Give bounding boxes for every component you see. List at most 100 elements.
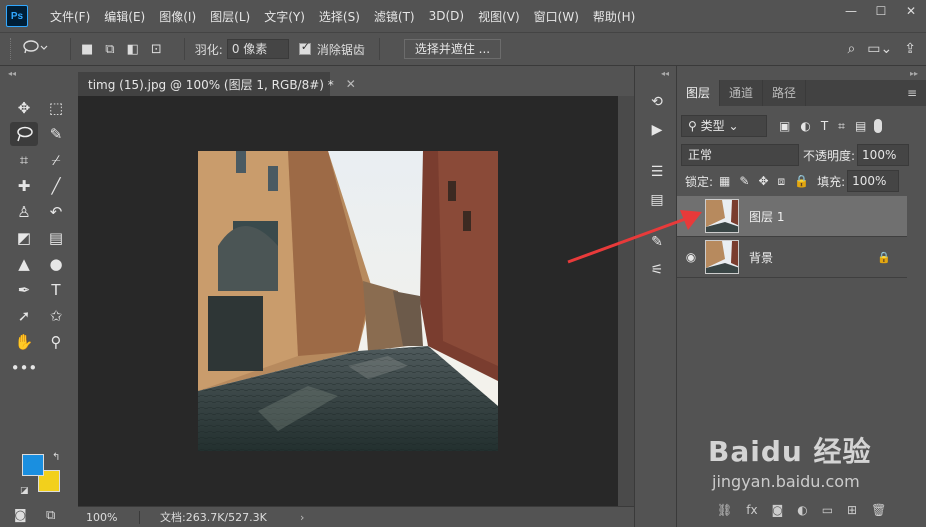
lock-pixels-icon[interactable]: ✎ xyxy=(739,174,749,189)
type-filter-icon[interactable]: T xyxy=(821,119,828,134)
clone-stamp-icon[interactable]: ♙ xyxy=(10,200,38,224)
canvas-area[interactable] xyxy=(78,96,618,506)
swap-colors-icon[interactable]: ↰ xyxy=(52,452,60,463)
layer-name[interactable]: 图层 1 xyxy=(749,208,784,225)
lock-all-icon[interactable]: 🔒 xyxy=(794,174,809,189)
history-brush-icon[interactable]: ↶ xyxy=(42,200,70,224)
lock-artboard-icon[interactable]: ⧈ xyxy=(778,174,786,189)
smart-filter-icon[interactable]: ▤ xyxy=(855,119,866,134)
separator xyxy=(378,38,380,60)
layers-tabs: 图层 通道 路径 ≡ xyxy=(677,80,926,106)
intersect-selection-icon[interactable]: ⊡ xyxy=(151,42,162,57)
add-selection-icon[interactable]: ⧉ xyxy=(105,42,114,57)
collapse-icon[interactable]: ◂◂ xyxy=(661,69,669,78)
zoom-icon[interactable]: ⚲ xyxy=(42,330,70,354)
lock-transparent-icon[interactable]: ▦ xyxy=(719,174,730,189)
tab-paths[interactable]: 路径 xyxy=(763,80,807,106)
menu-help[interactable]: 帮助(H) xyxy=(593,8,635,25)
move-tool-icon[interactable]: ✥ xyxy=(10,96,38,120)
menu-edit[interactable]: 编辑(E) xyxy=(104,8,145,25)
magic-wand-icon[interactable]: ✎ xyxy=(42,122,70,146)
fill-input[interactable]: 100% xyxy=(847,170,900,192)
collapse-icon[interactable]: ▸▸ xyxy=(910,69,918,78)
gradient-icon[interactable]: ▤ xyxy=(42,226,70,250)
options-grip[interactable] xyxy=(10,38,14,60)
maximize-icon[interactable]: ☐ xyxy=(866,0,896,22)
actions-panel-icon[interactable]: ▶ xyxy=(647,120,667,140)
feather-input[interactable]: 0 像素 xyxy=(226,39,289,59)
menu-3d[interactable]: 3D(D) xyxy=(429,9,464,23)
pixel-filter-icon[interactable]: ▣ xyxy=(779,119,790,134)
filter-toggle[interactable] xyxy=(874,119,883,133)
crop-icon[interactable]: ⌗ xyxy=(10,148,38,172)
more-tools-icon[interactable]: ••• xyxy=(10,356,38,380)
workspace-icon[interactable]: ▭⌄ xyxy=(867,41,892,57)
quick-mask-icon[interactable]: ◙ xyxy=(14,508,27,523)
street-photo[interactable] xyxy=(198,151,498,451)
eyedropper-icon[interactable]: ⌿ xyxy=(42,148,70,172)
lock-position-icon[interactable]: ✥ xyxy=(758,174,768,189)
minimize-icon[interactable]: — xyxy=(836,0,866,22)
default-colors-icon[interactable]: ◪ xyxy=(20,486,29,496)
shape-icon[interactable]: ✩ xyxy=(42,304,70,328)
subtract-selection-icon[interactable]: ◧ xyxy=(127,42,139,57)
brush-icon[interactable]: ╱ xyxy=(42,174,70,198)
search-icon[interactable]: ⌕ xyxy=(847,41,855,57)
status-arrow-icon[interactable]: › xyxy=(300,511,304,524)
pen-icon[interactable]: ✒ xyxy=(10,278,38,302)
lasso-tool-icon[interactable] xyxy=(10,122,38,146)
status-bar: 100% 文档:263.7K/527.3K › xyxy=(78,506,634,527)
blur-icon[interactable]: ▲ xyxy=(10,252,38,276)
menu-layer[interactable]: 图层(L) xyxy=(210,8,250,25)
layer-row[interactable]: ◉ 背景 🔒 xyxy=(677,237,907,278)
shape-filter-icon[interactable]: ⌗ xyxy=(838,119,845,134)
type-icon[interactable]: T xyxy=(42,278,70,302)
menu-filter[interactable]: 滤镜(T) xyxy=(374,8,415,25)
menu-view[interactable]: 视图(V) xyxy=(478,8,520,25)
eraser-icon[interactable]: ◩ xyxy=(10,226,38,250)
ps-logo: Ps xyxy=(6,5,28,27)
menu-window[interactable]: 窗口(W) xyxy=(534,8,579,25)
separator xyxy=(70,38,71,60)
filter-kind-select[interactable]: ⚲ 类型 ⌄ xyxy=(681,115,767,137)
baidu-watermark: Baidu 经验 jingyan.baidu.com xyxy=(708,430,908,510)
separator xyxy=(183,38,185,60)
layer-name[interactable]: 背景 xyxy=(749,249,773,266)
menu-type[interactable]: 文字(Y) xyxy=(264,8,305,25)
marquee-tool-icon[interactable]: ⬚ xyxy=(42,96,70,120)
antialias-checkbox[interactable] xyxy=(298,40,311,55)
opacity-input[interactable]: 100% xyxy=(857,144,910,166)
blend-mode-select[interactable]: 正常 xyxy=(681,144,799,166)
menu-select[interactable]: 选择(S) xyxy=(319,8,360,25)
tab-channels[interactable]: 通道 xyxy=(720,80,764,106)
foreground-color-swatch[interactable] xyxy=(22,454,44,476)
screen-mode-icon[interactable]: ⧉ xyxy=(46,508,55,523)
hand-icon[interactable]: ✋ xyxy=(10,330,38,354)
filter-icons: ▣ ◐ T ⌗ ▤ xyxy=(779,119,866,134)
close-icon[interactable]: ✕ xyxy=(896,0,926,22)
dodge-icon[interactable]: ● xyxy=(42,252,70,276)
blend-mode-label: 正常 xyxy=(688,148,713,162)
layer-row[interactable]: ◉ 图层 1 xyxy=(677,196,907,237)
properties-panel-icon[interactable]: ☰ xyxy=(647,162,667,182)
tab-layers[interactable]: 图层 xyxy=(677,80,721,106)
menu-file[interactable]: 文件(F) xyxy=(50,8,90,25)
collapse-icon[interactable]: ◂◂ xyxy=(8,69,16,78)
side-dock: ◂◂ ⟲ ▶ ☰ ▤ ✎ ⚟ xyxy=(634,66,676,527)
healing-brush-icon[interactable]: ✚ xyxy=(10,174,38,198)
adjustment-filter-icon[interactable]: ◐ xyxy=(800,119,810,134)
watermark-url: jingyan.baidu.com xyxy=(712,472,860,491)
options-bar: ■ ⧉ ◧ ⊡ 羽化: 0 像素 消除锯齿 选择并遮住 ... ⌕ ▭⌄ ⇪ xyxy=(0,32,926,66)
share-icon[interactable]: ⇪ xyxy=(904,41,916,57)
zoom-level[interactable]: 100% xyxy=(78,510,140,524)
new-selection-icon[interactable]: ■ xyxy=(81,42,93,57)
lasso-preset-icon[interactable] xyxy=(22,39,48,59)
menu-image[interactable]: 图像(I) xyxy=(159,8,196,25)
history-panel-icon[interactable]: ⟲ xyxy=(647,92,667,112)
select-and-mask-button[interactable]: 选择并遮住 ... xyxy=(403,39,502,59)
path-selection-icon[interactable]: ➚ xyxy=(10,304,38,328)
panel-menu-icon[interactable]: ≡ xyxy=(907,86,917,100)
close-tab-icon[interactable]: ✕ xyxy=(346,77,356,91)
document-tab[interactable]: timg (15).jpg @ 100% (图层 1, RGB/8#) * ✕ xyxy=(78,72,356,96)
vertical-scrollbar[interactable] xyxy=(618,96,634,506)
